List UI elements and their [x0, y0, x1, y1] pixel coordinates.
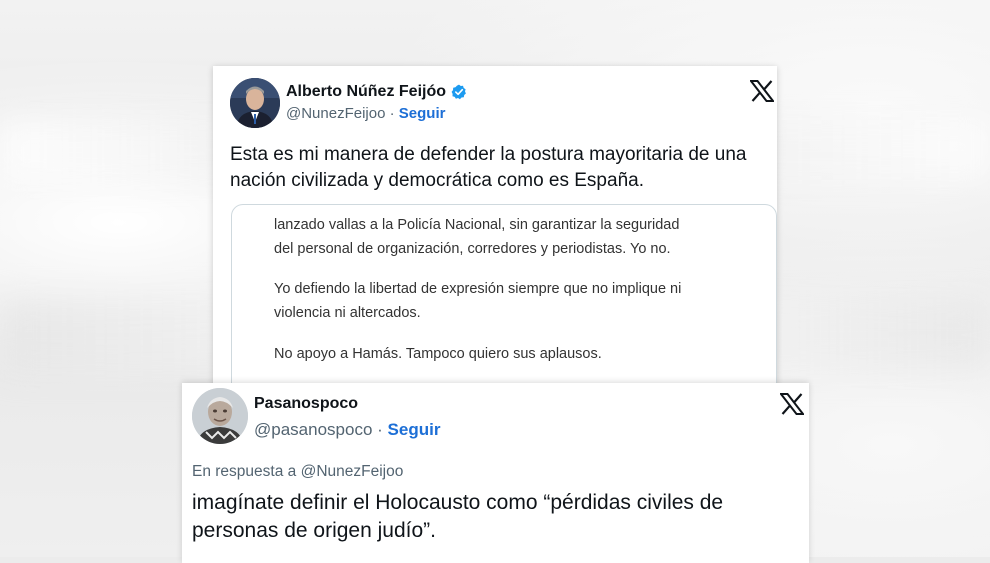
- image-paragraph: Yo defiendo la libertad de expresión sie…: [274, 281, 682, 321]
- tweet-text: imagínate definir el Holocausto como “pé…: [192, 491, 724, 542]
- avatar-photo: [192, 388, 248, 444]
- x-logo-icon[interactable]: [750, 80, 774, 102]
- handle-row: @pasanospoco · Seguir: [254, 420, 440, 440]
- handle-row: @NunezFeijoo · Seguir: [286, 105, 445, 122]
- reply-prefix: En respuesta a: [192, 463, 297, 480]
- reply-mention-link[interactable]: @NunezFeijoo: [301, 463, 404, 480]
- author-name[interactable]: Pasanospoco: [254, 395, 358, 413]
- follow-button[interactable]: Seguir: [399, 105, 446, 122]
- author-name[interactable]: Alberto Núñez Feijóo: [286, 83, 446, 101]
- reply-context: En respuesta a @NunezFeijoo: [192, 463, 403, 481]
- avatar-photo: [230, 78, 280, 128]
- follow-button[interactable]: Seguir: [388, 420, 441, 439]
- author-handle[interactable]: @pasanospoco: [254, 420, 372, 439]
- verified-badge-icon: [451, 84, 466, 100]
- avatar[interactable]: [230, 78, 280, 128]
- tweet-text: Esta es mi manera de defender la postura…: [230, 144, 747, 191]
- tweet-card-reply: Pasanospoco @pasanospoco · Seguir En res…: [182, 383, 809, 563]
- separator-dot: ·: [389, 105, 395, 122]
- separator-dot: ·: [377, 420, 383, 439]
- author-handle[interactable]: @NunezFeijoo: [286, 105, 385, 122]
- avatar[interactable]: [192, 388, 248, 444]
- author-name-row: Alberto Núñez Feijóo: [286, 83, 467, 101]
- attached-image[interactable]: lanzado vallas a la Policía Nacional, si…: [231, 204, 777, 396]
- tweet-card-main: Alberto Núñez Feijóo @NunezFeijoo · Segu…: [213, 66, 777, 396]
- x-logo-icon[interactable]: [780, 393, 804, 415]
- image-paragraph: No apoyo a Hamás. Tampoco quiero sus apl…: [274, 346, 602, 362]
- image-paragraph: lanzado vallas a la Policía Nacional, si…: [274, 217, 680, 257]
